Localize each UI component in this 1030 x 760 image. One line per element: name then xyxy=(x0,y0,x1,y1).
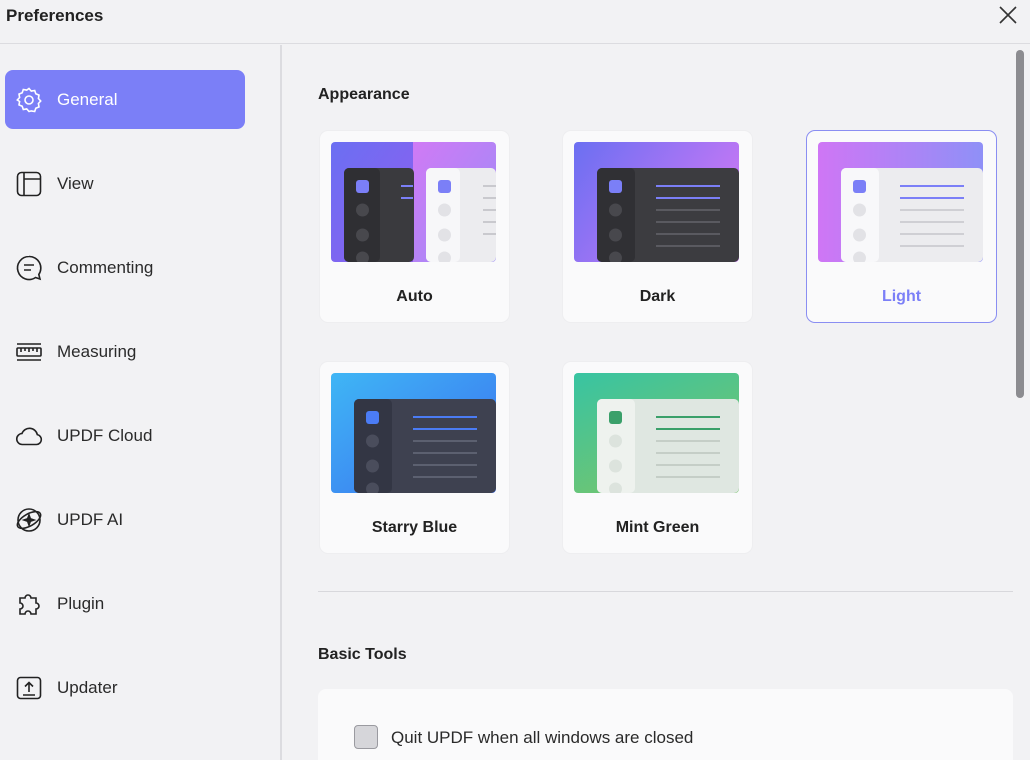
sidebar-item-commenting[interactable]: Commenting xyxy=(5,238,245,297)
comment-icon xyxy=(13,252,45,284)
gear-icon xyxy=(13,84,45,116)
theme-label: Auto xyxy=(396,288,433,305)
scrollbar-thumb[interactable] xyxy=(1016,50,1024,398)
main-panel: Appearance Auto Dark Light Starry Blue M… xyxy=(284,45,1014,760)
theme-preview-dark xyxy=(574,142,739,262)
theme-preview-mint-green xyxy=(574,373,739,493)
theme-card-dark[interactable]: Dark xyxy=(562,130,753,323)
update-icon xyxy=(13,672,45,704)
sidebar-item-label: General xyxy=(57,89,118,109)
sidebar-item-label: UPDF AI xyxy=(57,509,124,529)
sidebar-item-label: Measuring xyxy=(57,341,137,361)
sidebar-item-general[interactable]: General xyxy=(5,70,245,129)
quit-updf-label: Quit UPDF when all windows are closed xyxy=(391,728,694,747)
window-title: Preferences xyxy=(6,6,104,25)
sidebar-item-label: UPDF Cloud xyxy=(57,425,153,445)
sidebar-item-measuring[interactable]: Measuring xyxy=(5,322,245,381)
theme-card-mint-green[interactable]: Mint Green xyxy=(562,361,753,554)
sidebar-item-label: View xyxy=(57,173,94,193)
section-divider xyxy=(318,591,1013,592)
theme-label: Light xyxy=(881,288,922,305)
appearance-heading: Appearance xyxy=(318,86,410,103)
sidebar-item-plugin[interactable]: Plugin xyxy=(5,574,245,633)
sidebar-item-label: Plugin xyxy=(57,593,105,613)
theme-preview-auto xyxy=(331,142,496,262)
quit-updf-checkbox[interactable] xyxy=(354,725,378,749)
sidebar-item-updater[interactable]: Updater xyxy=(5,658,245,717)
sidebar-item-view[interactable]: View xyxy=(5,154,245,213)
close-button[interactable] xyxy=(993,0,1023,30)
cloud-icon xyxy=(13,420,45,452)
theme-card-auto[interactable]: Auto xyxy=(319,130,510,323)
theme-label: Mint Green xyxy=(615,519,700,536)
ruler-icon xyxy=(13,336,45,368)
sidebar-item-updf-cloud[interactable]: UPDF Cloud xyxy=(5,406,245,465)
theme-card-light[interactable]: Light xyxy=(806,130,997,323)
sidebar: General View Commenting Measuring UPDF C… xyxy=(0,45,282,760)
sidebar-item-label: Updater xyxy=(57,677,118,697)
basic-tools-panel: Quit UPDF when all windows are closed xyxy=(318,689,1013,760)
sidebar-item-label: Commenting xyxy=(57,257,154,277)
ai-icon xyxy=(13,504,45,536)
layout-icon xyxy=(13,168,45,200)
basic-tools-heading: Basic Tools xyxy=(318,646,407,663)
close-icon xyxy=(999,6,1017,24)
sidebar-item-updf-ai[interactable]: UPDF AI xyxy=(5,490,245,549)
theme-label: Dark xyxy=(639,288,676,305)
puzzle-icon xyxy=(13,588,45,620)
theme-preview-light xyxy=(818,142,983,262)
theme-preview-starry-blue xyxy=(331,373,496,493)
theme-label: Starry Blue xyxy=(371,519,458,536)
theme-card-starry-blue[interactable]: Starry Blue xyxy=(319,361,510,554)
title-bar: Preferences xyxy=(0,0,1030,44)
